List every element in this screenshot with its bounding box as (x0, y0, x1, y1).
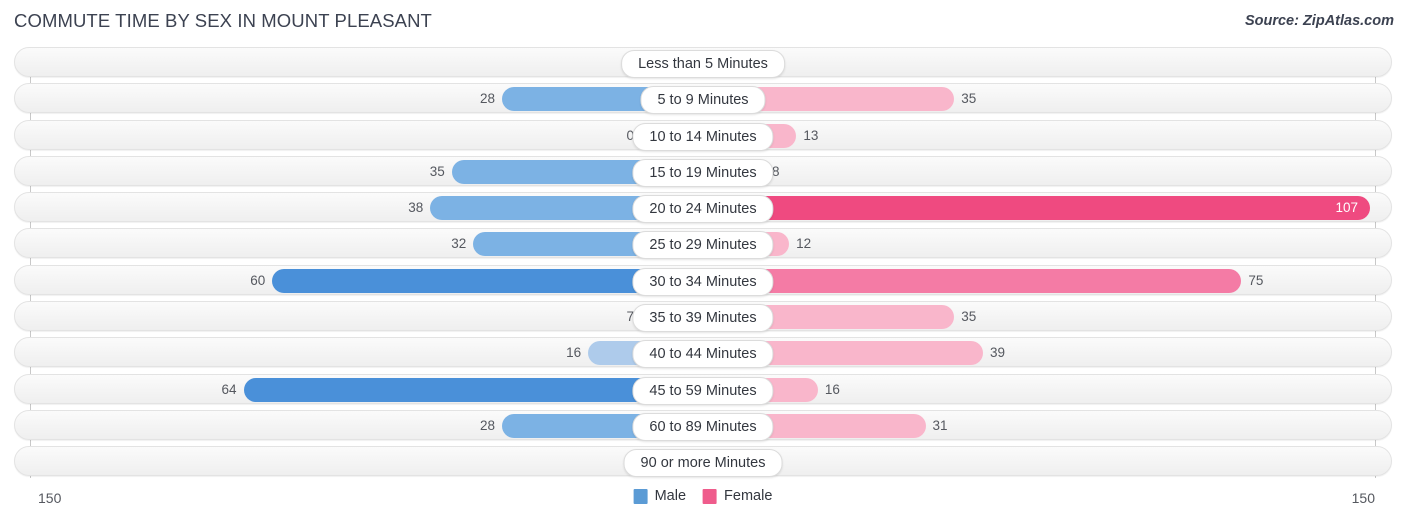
axis-tick-left: 150 (38, 490, 62, 506)
table-row: 28 31 60 to 89 Minutes (14, 409, 1392, 441)
row-label: 15 to 19 Minutes (632, 158, 774, 187)
row-label: 60 to 89 Minutes (632, 412, 774, 441)
row-label: 45 to 59 Minutes (632, 376, 774, 405)
table-row: 60 75 30 to 34 Minutes (14, 264, 1392, 296)
female-bar-value: 12 (796, 236, 812, 252)
table-row: 83Less than 5 Minutes (14, 47, 1392, 78)
female-bar: 107 (703, 196, 1370, 221)
row-label: 35 to 39 Minutes (632, 304, 774, 333)
female-bar-value: 107 (1335, 200, 1358, 216)
chart-legend: Male Female (633, 488, 772, 504)
male-bar-value: 28 (479, 91, 495, 107)
female-bar-value: 35 (961, 309, 977, 325)
row-label: Less than 5 Minutes (621, 50, 785, 78)
male-bar-value: 16 (566, 345, 582, 361)
legend-item-male[interactable]: Male (633, 488, 687, 504)
male-bar-value: 35 (429, 163, 445, 179)
legend-label: Female (724, 488, 773, 504)
row-label: 40 to 44 Minutes (632, 340, 774, 369)
row-label: 90 or more Minutes (623, 449, 783, 478)
page-title: COMMUTE TIME BY SEX IN MOUNT PLEASANT (14, 10, 432, 31)
source-attribution: Source: ZipAtlas.com (1244, 13, 1394, 29)
legend-swatch-icon (633, 488, 648, 504)
male-bar-value: 38 (408, 200, 424, 216)
axis-tick-right: 150 (1351, 490, 1375, 506)
chart-footer: 150 150 Male Female (0, 484, 1406, 523)
row-label: 10 to 14 Minutes (632, 122, 774, 151)
table-row: 35 8 15 to 19 Minutes (14, 155, 1392, 187)
table-row: 64 16 45 to 59 Minutes (14, 373, 1392, 405)
legend-swatch-icon (703, 488, 718, 504)
row-label: 20 to 24 Minutes (632, 195, 774, 224)
female-bar-value: 31 (932, 417, 948, 433)
male-bar-value: 28 (479, 417, 495, 433)
bar-rows: 83Less than 5 Minutes 28 35 5 to 9 Minutes 0… (14, 47, 1392, 483)
plot-area: 83Less than 5 Minutes 28 35 5 to 9 Minutes 0… (0, 47, 1406, 484)
legend-item-female[interactable]: Female (703, 488, 772, 504)
row-label: 25 to 29 Minutes (632, 231, 774, 260)
table-row: 0 13 10 to 14 Minutes (14, 119, 1392, 151)
table-row: 0390 or more Minutes (14, 446, 1392, 478)
female-bar-value: 35 (961, 91, 977, 107)
female-bar-value: 39 (989, 345, 1005, 361)
female-bar: 75 (703, 268, 1263, 293)
female-bar-value: 13 (803, 127, 819, 143)
table-row: 28 35 5 to 9 Minutes (14, 83, 1392, 115)
row-label: 30 to 34 Minutes (632, 267, 774, 296)
legend-label: Male (654, 488, 687, 504)
table-row: 38 107 20 to 24 Minutes (14, 192, 1392, 224)
table-row: 32 12 25 to 29 Minutes (14, 228, 1392, 260)
row-label: 5 to 9 Minutes (640, 86, 766, 115)
female-bar-value: 16 (824, 381, 840, 397)
table-row: 7 35 35 to 39 Minutes (14, 301, 1392, 333)
table-row: 16 39 40 to 44 Minutes (14, 337, 1392, 369)
commute-time-chart: COMMUTE TIME BY SEX IN MOUNT PLEASANT So… (0, 0, 1406, 523)
male-bar-value: 64 (221, 381, 237, 397)
female-bar-value: 75 (1248, 272, 1264, 288)
male-bar-value: 32 (451, 236, 467, 252)
male-bar-value: 60 (250, 272, 266, 288)
